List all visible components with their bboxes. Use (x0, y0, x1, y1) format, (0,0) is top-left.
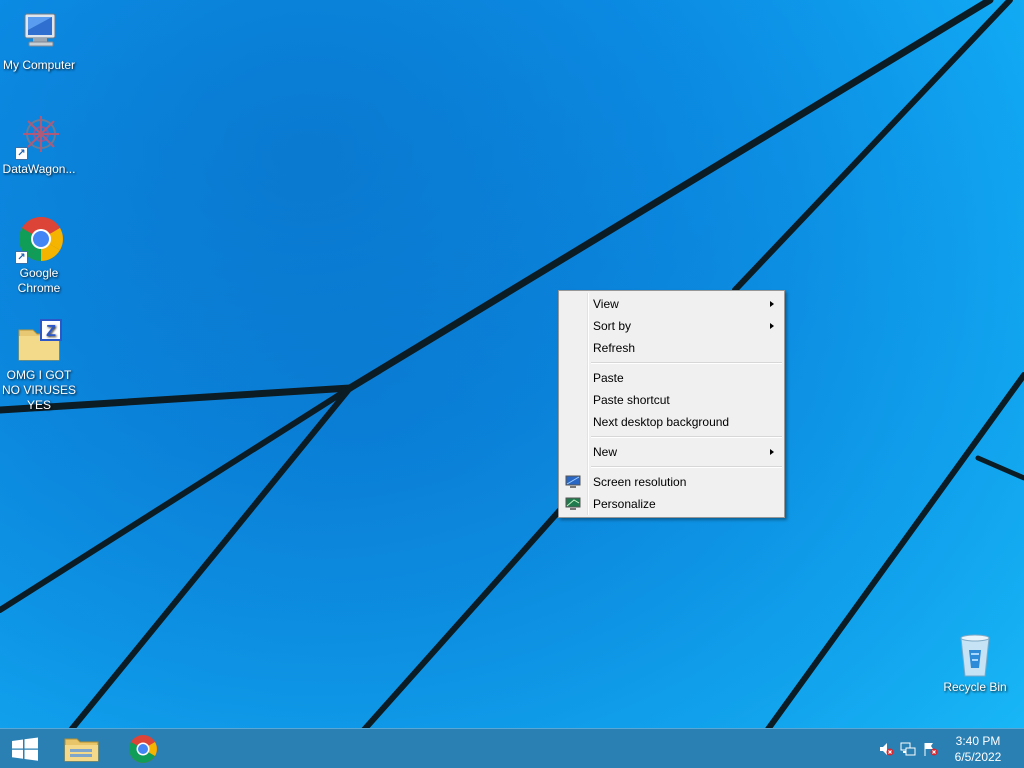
menu-item-paste[interactable]: Paste (559, 367, 784, 389)
menu-separator (591, 436, 782, 438)
menu-item-label: View (593, 297, 619, 311)
menu-separator (591, 362, 782, 364)
menu-item-next-desktop-background[interactable]: Next desktop background (559, 411, 784, 433)
desktop-icon-label: Google Chrome (17, 266, 61, 295)
menu-item-new[interactable]: New (559, 441, 784, 463)
taskbar-file-explorer-button[interactable] (52, 729, 112, 768)
submenu-arrow-icon (770, 323, 774, 329)
desktop-icon-label: OMG I GOT NO VIRUSES YES (1, 368, 76, 412)
desktop-icon-label: My Computer (2, 58, 76, 72)
recycle-bin-icon (951, 630, 999, 678)
desktop-icon-recycle-bin[interactable]: Recycle Bin (936, 630, 1014, 695)
menu-item-label: Refresh (593, 341, 636, 355)
system-tray: 3:40 PM 6/5/2022 (864, 729, 1024, 768)
desktop-icon-google-chrome[interactable]: ↗ Google Chrome (0, 216, 78, 296)
network-icon[interactable] (900, 741, 916, 757)
menu-item-label: Screen resolution (593, 475, 687, 489)
personalize-icon (565, 497, 581, 510)
desktop-icon-datawagon[interactable]: ↗ DataWagon... (0, 112, 78, 177)
menu-item-view[interactable]: View (559, 293, 784, 315)
screen-resolution-icon (565, 475, 581, 488)
taskbar: 3:40 PM 6/5/2022 (0, 728, 1024, 768)
desktop[interactable]: My Computer ↗ DataWagon... ↗ Google Chro… (0, 0, 1024, 768)
clock[interactable]: 3:40 PM 6/5/2022 (950, 733, 1006, 765)
chrome-icon: ↗ (15, 216, 63, 264)
start-button[interactable] (0, 729, 50, 768)
windows-logo-icon (12, 737, 38, 761)
menu-item-personalize[interactable]: Personalize (559, 493, 784, 515)
zip-folder-icon: Z (15, 318, 63, 366)
menu-item-screen-resolution[interactable]: Screen resolution (559, 471, 784, 493)
desktop-icon-my-computer[interactable]: My Computer (0, 8, 78, 73)
menu-item-refresh[interactable]: Refresh (559, 337, 784, 359)
folder-icon (64, 738, 99, 762)
shortcut-arrow-icon: ↗ (15, 251, 28, 264)
computer-icon (15, 8, 63, 56)
menu-item-sort-by[interactable]: Sort by (559, 315, 784, 337)
desktop-icon-label: DataWagon... (2, 162, 76, 176)
taskbar-chrome-button[interactable] (113, 729, 173, 768)
datawagon-icon: ↗ (15, 112, 63, 160)
submenu-arrow-icon (770, 301, 774, 307)
speaker-muted-icon[interactable] (878, 741, 894, 757)
submenu-arrow-icon (770, 449, 774, 455)
wallpaper-lines (0, 0, 1024, 768)
desktop-icon-label: Recycle Bin (943, 680, 1007, 694)
chrome-icon (129, 735, 157, 763)
action-center-flag-icon[interactable] (922, 741, 938, 757)
shortcut-arrow-icon: ↗ (15, 147, 28, 160)
menu-item-paste-shortcut[interactable]: Paste shortcut (559, 389, 784, 411)
menu-item-label: Sort by (593, 319, 632, 333)
svg-text:Z: Z (46, 323, 56, 340)
menu-separator (591, 466, 782, 468)
desktop-icon-zip-folder[interactable]: Z OMG I GOT NO VIRUSES YES (0, 318, 78, 413)
menu-item-label: Personalize (593, 497, 656, 511)
clock-time: 3:40 PM (955, 734, 1001, 748)
menu-item-label: Paste (593, 371, 624, 385)
clock-date: 6/5/2022 (954, 750, 1002, 764)
menu-item-label: Next desktop background (593, 415, 730, 429)
menu-item-label: Paste shortcut (593, 393, 670, 407)
desktop-context-menu: View Sort by Refresh Paste Paste shortcu… (558, 290, 785, 518)
menu-item-label: New (593, 445, 618, 459)
